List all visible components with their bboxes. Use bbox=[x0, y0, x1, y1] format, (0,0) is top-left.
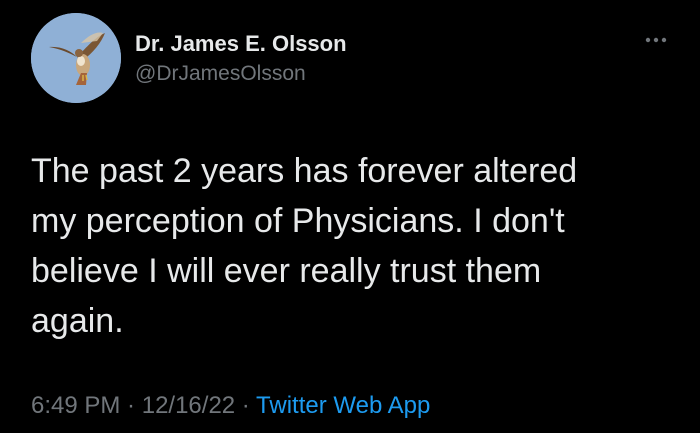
meta-separator: · bbox=[120, 392, 142, 419]
hawk-avatar-icon bbox=[31, 13, 121, 103]
tweet-time[interactable]: 6:49 PM bbox=[31, 392, 120, 419]
author-handle[interactable]: @DrJamesOlsson bbox=[135, 60, 347, 88]
more-options-button[interactable] bbox=[642, 30, 672, 50]
tweet-metadata: 6:49 PM · 12/16/22 · Twitter Web App bbox=[31, 390, 430, 422]
tweet-text: The past 2 years has forever altered my … bbox=[31, 152, 578, 340]
author-display-name[interactable]: Dr. James E. Olsson bbox=[135, 30, 347, 58]
author-info: Dr. James E. Olsson @DrJamesOlsson bbox=[135, 30, 347, 88]
tweet-date[interactable]: 12/16/22 bbox=[142, 392, 235, 419]
meta-separator: · bbox=[235, 392, 257, 419]
avatar[interactable] bbox=[31, 13, 121, 103]
more-options-icon bbox=[645, 37, 667, 43]
tweet-card: Dr. James E. Olsson @DrJamesOlsson The p… bbox=[0, 0, 700, 433]
tweet-source-link[interactable]: Twitter Web App bbox=[256, 392, 430, 419]
